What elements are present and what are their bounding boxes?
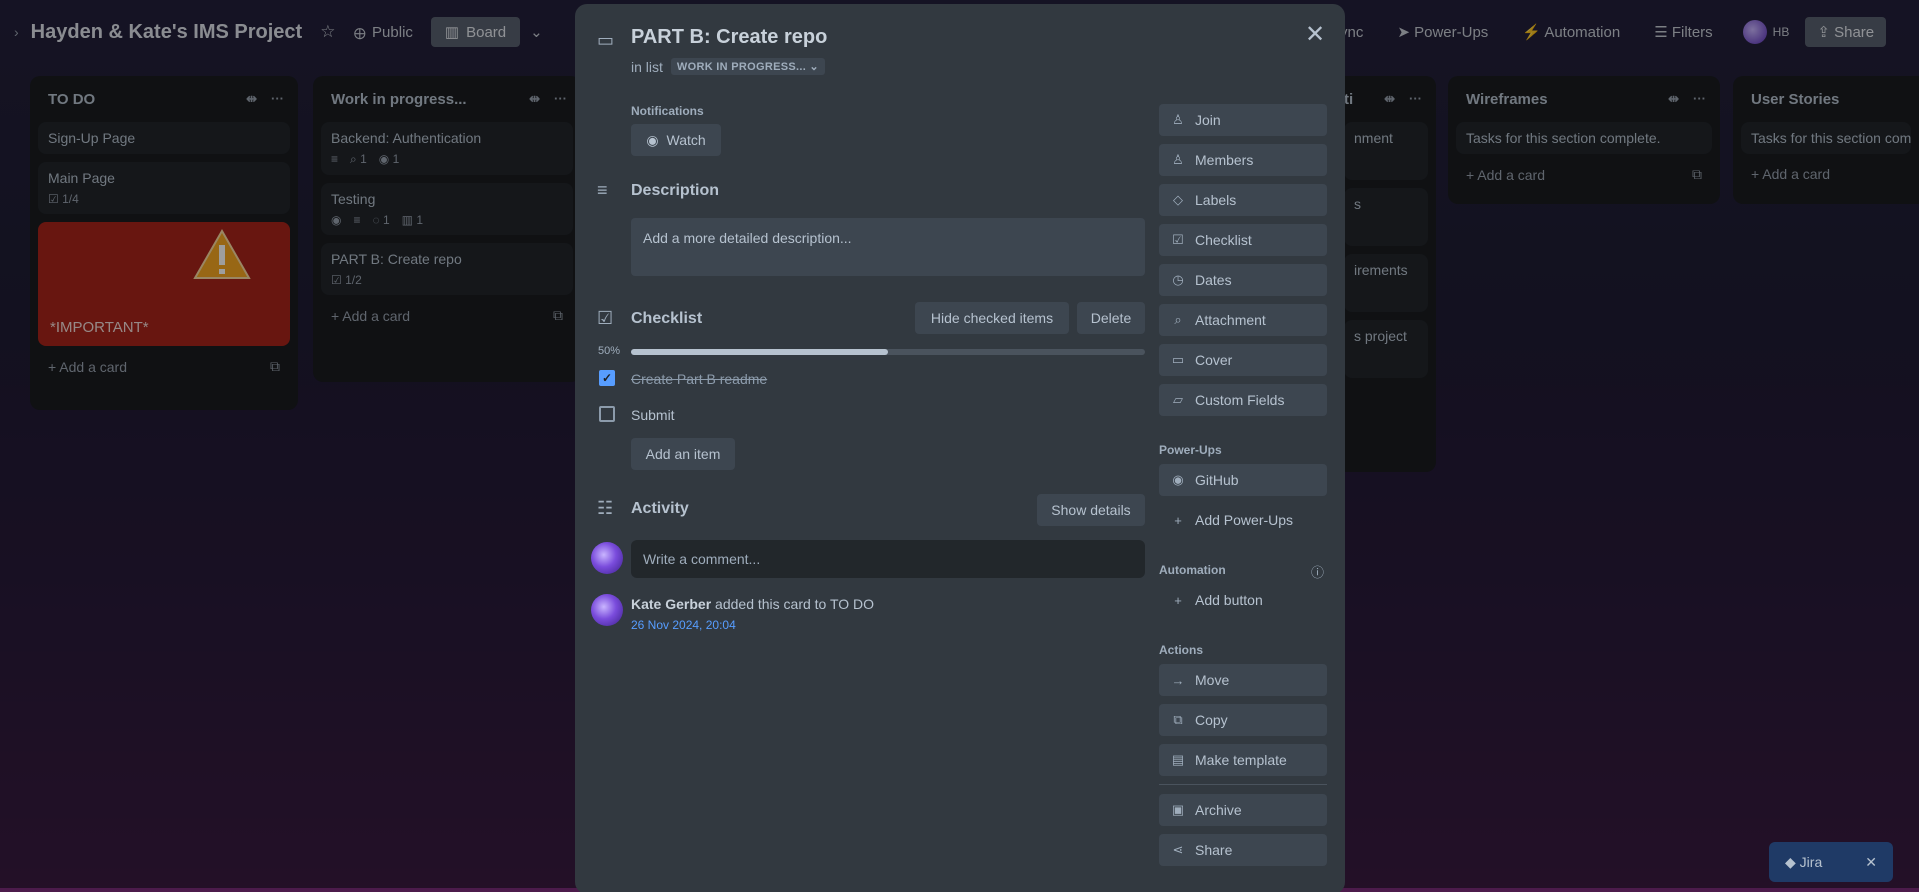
archive-button[interactable]: ▣ Archive	[1159, 794, 1327, 826]
actions-label: Actions	[1159, 643, 1204, 657]
description-heading: Description	[631, 182, 720, 199]
jira-icon: ◆	[1785, 853, 1796, 870]
progress-percent: 50%	[598, 345, 621, 357]
share-icon: ⋖	[1172, 842, 1184, 857]
card-title[interactable]: PART B: Create repo	[631, 26, 827, 49]
eye-icon: ◉	[646, 131, 659, 148]
copy-button[interactable]: ⧉ Copy	[1159, 704, 1327, 736]
checklist-item-checkbox[interactable]	[599, 406, 615, 422]
join-button[interactable]: ♙ Join	[1159, 104, 1327, 136]
comment-input[interactable]: Write a comment...	[631, 540, 1145, 578]
checklist-heading[interactable]: Checklist	[631, 310, 702, 328]
clock-icon: ◷	[1172, 272, 1184, 287]
person-icon: ♙	[1172, 152, 1184, 167]
copy-icon: ⧉	[1173, 712, 1183, 727]
description-input[interactable]: Add a more detailed description...	[631, 218, 1145, 276]
add-button-button[interactable]: + Add button	[1159, 584, 1327, 616]
cover-button[interactable]: ▭ Cover	[1159, 344, 1327, 376]
plus-icon: +	[1174, 512, 1182, 528]
make-template-button[interactable]: ▤ Make template	[1159, 744, 1327, 776]
checklist-item-checkbox[interactable]: ✓	[599, 370, 615, 386]
divider	[1159, 784, 1327, 785]
checklist-icon: ☑	[597, 308, 614, 328]
show-details-button[interactable]: Show details	[1037, 494, 1145, 526]
add-item-button[interactable]: Add an item	[631, 438, 735, 470]
cover-icon: ▭	[1171, 352, 1185, 367]
tag-icon: ◇	[1173, 192, 1183, 207]
card-detail-modal: ▭ PART B: Create repo in list WORK IN PRO…	[575, 4, 1345, 892]
in-list-info: in list WORK IN PROGRESS... ⌄	[631, 58, 825, 75]
folder-icon: ▱	[1173, 392, 1183, 407]
custom-fields-button[interactable]: ▱ Custom Fields	[1159, 384, 1327, 416]
activity-entry: Kate Gerber added this card to TO DO	[631, 596, 875, 612]
close-icon[interactable]: ✕	[1301, 20, 1329, 48]
plus-icon: +	[1174, 592, 1182, 608]
person-icon: ♙	[1172, 112, 1184, 127]
jira-widget[interactable]: ◆ Jira ✕	[1769, 842, 1893, 882]
checklist-progress	[631, 349, 1145, 355]
powerups-label: Power-Ups	[1159, 443, 1222, 457]
checklist-icon: ☑	[1172, 232, 1184, 247]
info-icon[interactable]: ⓘ	[1311, 562, 1324, 581]
members-button[interactable]: ♙ Members	[1159, 144, 1327, 176]
activity-heading: Activity	[631, 500, 689, 517]
automation-label: Automation	[1159, 563, 1226, 577]
checklist-button[interactable]: ☑ Checklist	[1159, 224, 1327, 256]
avatar	[591, 594, 623, 626]
share-button[interactable]: ⋖ Share	[1159, 834, 1327, 866]
activity-icon: ☷	[597, 498, 614, 518]
checklist-item[interactable]: Submit	[631, 407, 675, 423]
add-powerups-button[interactable]: + Add Power-Ups	[1159, 504, 1327, 536]
template-icon: ▤	[1171, 752, 1185, 767]
move-button[interactable]: → Move	[1159, 664, 1327, 696]
list-select[interactable]: WORK IN PROGRESS... ⌄	[670, 58, 825, 75]
hide-checked-button[interactable]: Hide checked items	[915, 302, 1069, 334]
dates-button[interactable]: ◷ Dates	[1159, 264, 1327, 296]
avatar	[591, 542, 623, 574]
notifications-label: Notifications	[631, 104, 704, 118]
description-icon: ≡	[597, 180, 608, 200]
labels-button[interactable]: ◇ Labels	[1159, 184, 1327, 216]
github-icon: ◉	[1172, 472, 1184, 487]
close-icon[interactable]: ✕	[1865, 854, 1877, 871]
attachment-button[interactable]: ⌕ Attachment	[1159, 304, 1327, 336]
delete-checklist-button[interactable]: Delete	[1077, 302, 1145, 334]
archive-icon: ▣	[1171, 802, 1185, 817]
card-icon: ▭	[597, 30, 615, 50]
checklist-item[interactable]: Create Part B readme	[631, 371, 767, 387]
watch-button[interactable]: ◉ Watch	[631, 124, 721, 156]
paperclip-icon: ⌕	[1174, 312, 1182, 327]
github-button[interactable]: ◉ GitHub	[1159, 464, 1327, 496]
activity-timestamp[interactable]: 26 Nov 2024, 20:04	[631, 618, 736, 632]
arrow-right-icon: →	[1171, 672, 1185, 688]
activity-user[interactable]: Kate Gerber	[631, 596, 711, 612]
